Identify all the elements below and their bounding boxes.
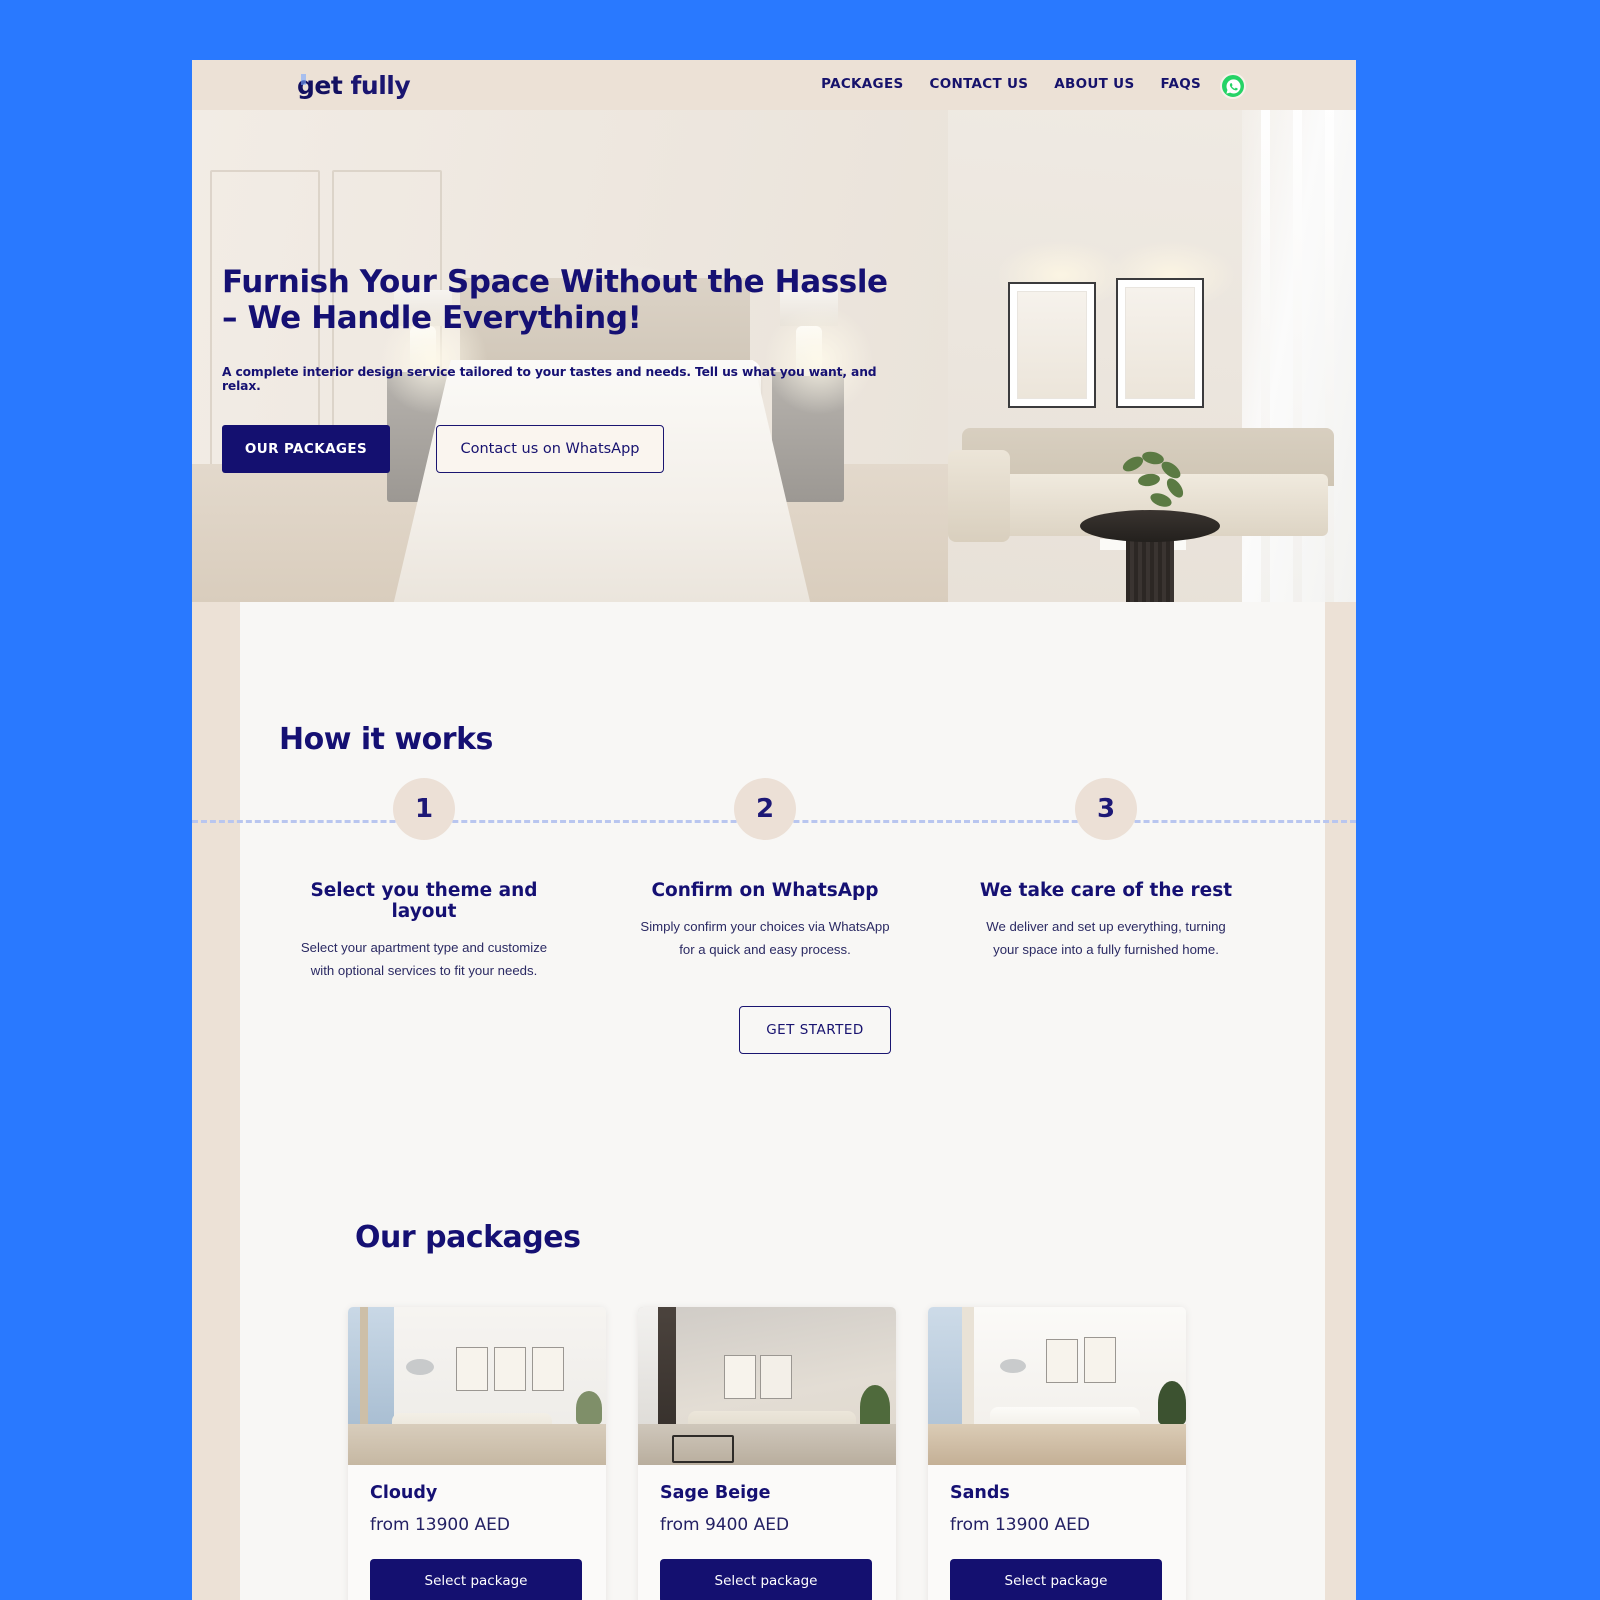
hero-content: Furnish Your Space Without the Hassle – … [192,110,1356,602]
logo-text-fully: fully [350,71,411,100]
nav-item-faqs[interactable]: FAQS [1160,76,1201,92]
logo-accent-mark [301,74,306,85]
how-it-works-step-3: 3 We take care of the rest We deliver an… [961,778,1251,961]
step-description: We deliver and set up everything, turnin… [986,919,1226,958]
step-number-badge: 2 [734,778,796,840]
package-cards-list: Cloudy from 13900 AED Select package Sag… [348,1307,1186,1600]
package-name: Sands [950,1483,1010,1503]
logo[interactable]: get fully [297,71,411,100]
how-it-works-title: How it works [279,722,493,757]
hero-subtitle: A complete interior design service tailo… [222,365,877,393]
package-card-sage-beige[interactable]: Sage Beige from 9400 AED Select package [638,1307,896,1600]
how-it-works-step-1: 1 Select you theme and layout Select you… [279,778,569,982]
step-title: Confirm on WhatsApp [651,880,879,901]
main-nav: PACKAGES CONTACT US ABOUT US FAQS [821,76,1201,92]
package-card-sands[interactable]: Sands from 13900 AED Select package [928,1307,1186,1600]
get-started-button[interactable]: GET STARTED [739,1006,891,1054]
select-package-button[interactable]: Select package [950,1559,1162,1600]
content-sheet: How it works 1 Select you theme and layo… [192,602,1356,1600]
package-name: Sage Beige [660,1483,771,1503]
our-packages-button[interactable]: OUR PACKAGES [222,425,390,473]
hero-title: Furnish Your Space Without the Hassle – … [222,264,888,336]
hero-buttons: OUR PACKAGES Contact us on WhatsApp [222,425,664,473]
package-image-sage-beige [638,1307,896,1465]
package-name: Cloudy [370,1483,438,1503]
package-image-cloudy [348,1307,606,1465]
select-package-button[interactable]: Select package [370,1559,582,1600]
hero-section: Furnish Your Space Without the Hassle – … [192,110,1356,602]
step-title: We take care of the rest [979,880,1233,901]
package-card-cloudy[interactable]: Cloudy from 13900 AED Select package [348,1307,606,1600]
nav-item-packages[interactable]: PACKAGES [821,76,903,92]
package-price: from 9400 AED [660,1515,790,1535]
package-price: from 13900 AED [370,1515,510,1535]
packages-title: Our packages [355,1220,581,1255]
step-title: Select you theme and layout [310,880,538,922]
nav-item-about-us[interactable]: ABOUT US [1054,76,1134,92]
contact-us-whatsapp-button[interactable]: Contact us on WhatsApp [436,425,664,473]
step-description: Simply confirm your choices via WhatsApp… [640,919,890,958]
step-description: Select your apartment type and customize… [300,940,548,979]
step-number-badge: 1 [393,778,455,840]
page-frame: get fully PACKAGES CONTACT US ABOUT US F… [192,60,1356,1600]
package-image-sands [928,1307,1186,1465]
whatsapp-icon[interactable] [1220,73,1246,99]
select-package-button[interactable]: Select package [660,1559,872,1600]
site-header: get fully PACKAGES CONTACT US ABOUT US F… [192,60,1356,110]
how-it-works-step-2: 2 Confirm on WhatsApp Simply confirm you… [620,778,910,961]
package-price: from 13900 AED [950,1515,1090,1535]
nav-item-contact-us[interactable]: CONTACT US [930,76,1029,92]
step-number-badge: 3 [1075,778,1137,840]
